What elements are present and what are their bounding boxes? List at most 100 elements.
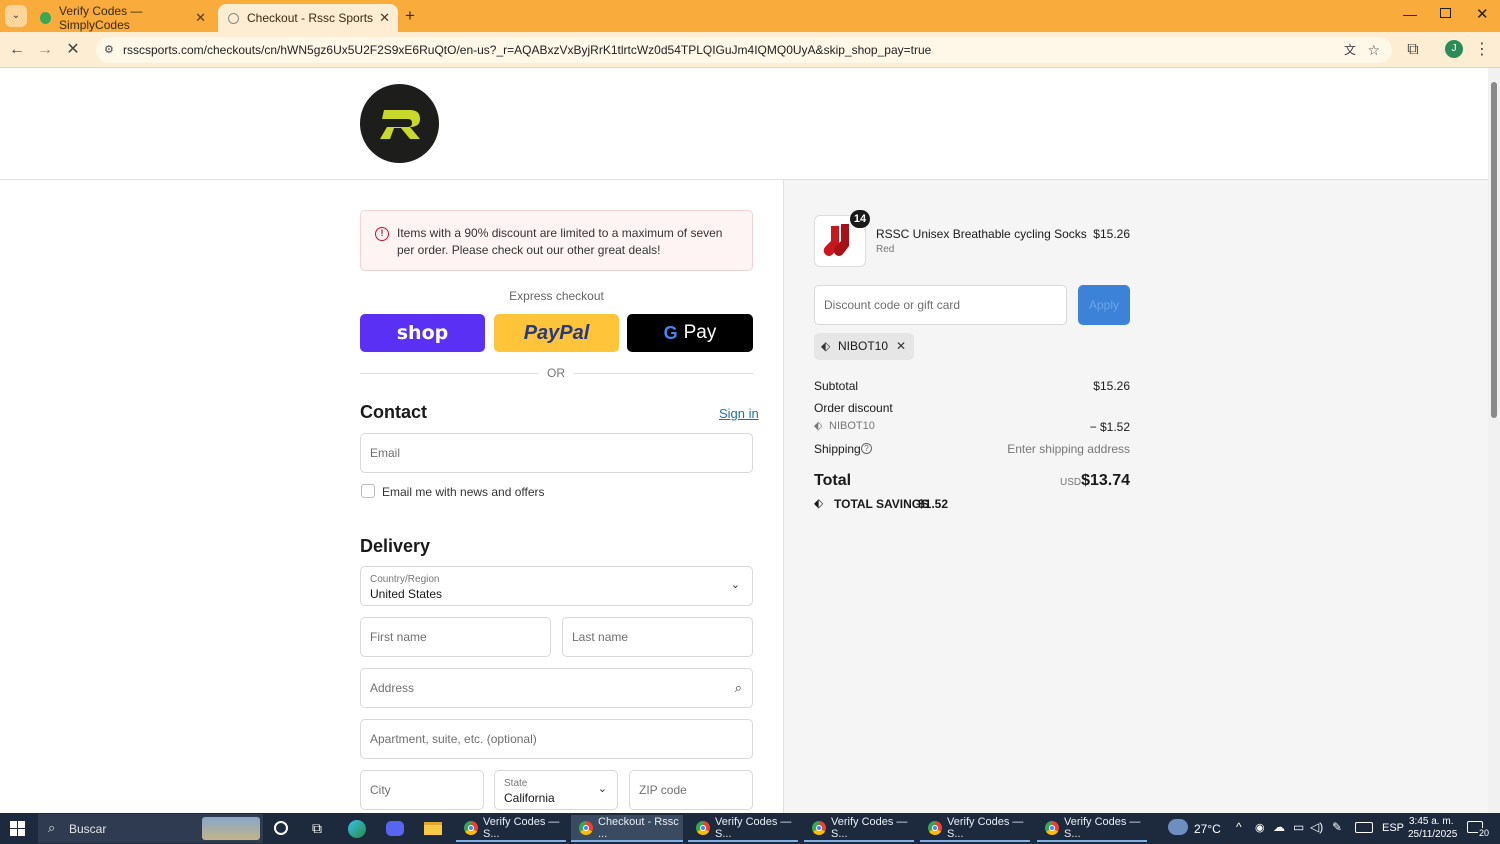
city-field[interactable]: City bbox=[360, 770, 484, 810]
taskbar-app-4[interactable]: Verify Codes — S... bbox=[804, 815, 914, 842]
chrome-icon bbox=[696, 820, 710, 835]
apply-button[interactable]: Apply bbox=[1078, 285, 1130, 325]
pen-icon[interactable]: ✎ bbox=[1332, 820, 1342, 834]
volume-icon[interactable]: ◁) bbox=[1310, 820, 1323, 834]
google-g-icon: G bbox=[663, 322, 678, 343]
task-view-icon[interactable]: ⧉ bbox=[312, 820, 322, 837]
clock-date[interactable]: 25/11/2025 bbox=[1408, 829, 1457, 840]
taskbar-app-label: Verify Codes — S... bbox=[715, 815, 792, 840]
onedrive-icon[interactable]: ☁ bbox=[1273, 820, 1285, 834]
taskbar-app-label: Verify Codes — S... bbox=[483, 815, 560, 840]
country-select[interactable]: Country/Region United States ⌄ bbox=[360, 566, 753, 606]
clock-time[interactable]: 3:45 a. m. bbox=[1409, 816, 1453, 827]
google-pay-button[interactable]: G Pay bbox=[627, 314, 753, 352]
taskbar-app-3[interactable]: Verify Codes — S... bbox=[688, 815, 798, 842]
store-logo[interactable] bbox=[360, 84, 439, 163]
meet-icon[interactable]: ◉ bbox=[1255, 821, 1265, 834]
profile-avatar[interactable]: J bbox=[1445, 40, 1463, 58]
subtotal-label: Subtotal bbox=[814, 379, 859, 393]
windows-start-icon[interactable] bbox=[10, 821, 25, 836]
help-icon[interactable]: ? bbox=[861, 443, 872, 454]
weather-icon[interactable] bbox=[1168, 819, 1188, 835]
taskbar-app-label: Verify Codes — S... bbox=[947, 815, 1024, 840]
tag-icon: ⬖ bbox=[814, 420, 823, 432]
site-settings-icon[interactable]: ⚙ bbox=[104, 37, 114, 63]
shipping-label: Shipping bbox=[814, 442, 861, 456]
weather-temp[interactable]: 27°C bbox=[1194, 822, 1221, 836]
savings-value: $1.52 bbox=[918, 497, 949, 511]
taskbar-app-1[interactable]: Verify Codes — S... bbox=[456, 815, 566, 842]
news-checkbox[interactable] bbox=[361, 484, 375, 498]
news-checkbox-label[interactable]: Email me with news and offers bbox=[382, 485, 545, 499]
chrome-icon bbox=[1045, 820, 1059, 835]
paypal-button[interactable]: PayPal bbox=[494, 314, 619, 352]
taskbar-app-2[interactable]: Checkout - Rssc ... bbox=[571, 815, 683, 842]
divider-right bbox=[574, 373, 753, 374]
bookmark-star-icon[interactable]: ☆ bbox=[1367, 37, 1380, 63]
new-tab-button[interactable]: + bbox=[405, 6, 415, 26]
restore-button[interactable] bbox=[1440, 8, 1451, 18]
applied-code-chip: ⬖ NIBOT10 ✕ bbox=[814, 333, 915, 360]
sign-in-link[interactable]: Sign in bbox=[719, 406, 759, 421]
cortana-icon[interactable] bbox=[274, 821, 288, 835]
email-placeholder: Email bbox=[370, 446, 401, 460]
shipping-value: Enter shipping address bbox=[1007, 442, 1130, 456]
close-icon[interactable]: ✕ bbox=[379, 10, 390, 26]
google-pay-label: Pay bbox=[683, 322, 717, 343]
tab-checkout[interactable]: Checkout - Rssc Sports ✕ bbox=[218, 4, 398, 32]
menu-icon[interactable]: ⋮ bbox=[1470, 38, 1494, 62]
last-name-placeholder: Last name bbox=[572, 630, 629, 644]
taskbar-search-box[interactable]: ⌕ Buscar bbox=[38, 814, 263, 843]
address-field[interactable]: Address ⌕ bbox=[360, 668, 753, 708]
total-value: $13.74 bbox=[1081, 472, 1130, 489]
taskbar-search-text: Buscar bbox=[69, 822, 107, 836]
file-explorer-icon[interactable] bbox=[424, 822, 442, 835]
state-select[interactable]: State California ⌄ bbox=[494, 770, 618, 810]
product-price: $15.26 bbox=[1093, 227, 1130, 241]
email-field[interactable]: Email bbox=[360, 433, 753, 473]
tab-verify-codes[interactable]: Verify Codes — SimplyCodes ✕ bbox=[30, 4, 214, 32]
browser-toolbar: ← → ✕ ⚙ rsscsports.com/checkouts/cn/hWN5… bbox=[0, 32, 1500, 68]
apartment-field[interactable]: Apartment, suite, etc. (optional) bbox=[360, 719, 753, 759]
forward-button[interactable]: → bbox=[33, 38, 57, 62]
first-name-field[interactable]: First name bbox=[360, 617, 551, 657]
edge-icon[interactable] bbox=[348, 820, 366, 838]
state-label: State bbox=[504, 778, 528, 789]
taskbar-app-6[interactable]: Verify Codes — S... bbox=[1037, 815, 1147, 842]
url-text: rsscsports.com/checkouts/cn/hWN5gz6Ux5U2… bbox=[123, 43, 932, 57]
checkout-page: ! Items with a 90% discount are limited … bbox=[0, 68, 1488, 813]
page-scrollbar[interactable] bbox=[1488, 68, 1500, 813]
address-bar[interactable]: ⚙ rsscsports.com/checkouts/cn/hWN5gz6Ux5… bbox=[96, 37, 1392, 63]
minimize-button[interactable]: — bbox=[1403, 6, 1417, 22]
quantity-badge: 14 bbox=[850, 210, 870, 228]
input-language[interactable]: ESP bbox=[1382, 822, 1404, 834]
first-name-placeholder: First name bbox=[370, 630, 427, 644]
alert-icon: ! bbox=[375, 227, 389, 241]
tab-title: Verify Codes — SimplyCodes bbox=[59, 4, 143, 32]
search-highlight-image-icon bbox=[202, 817, 260, 840]
tray-chevron-icon[interactable]: ^ bbox=[1236, 820, 1242, 834]
chrome-icon bbox=[812, 820, 826, 835]
extensions-icon[interactable]: ⧉ bbox=[1401, 38, 1425, 62]
tab-search-button[interactable]: ⌄ bbox=[5, 5, 27, 27]
savings-label: TOTAL SAVINGS bbox=[834, 497, 930, 511]
taskbar-app-5[interactable]: Verify Codes — S... bbox=[920, 815, 1030, 842]
discount-code-field[interactable]: Discount code or gift card bbox=[814, 285, 1067, 325]
close-icon[interactable]: ✕ bbox=[195, 10, 206, 26]
last-name-field[interactable]: Last name bbox=[562, 617, 753, 657]
stop-loading-button[interactable]: ✕ bbox=[61, 38, 85, 62]
translate-icon[interactable]: 文 bbox=[1339, 37, 1356, 63]
shop-pay-button[interactable]: shop bbox=[360, 314, 485, 352]
close-window-button[interactable]: ✕ bbox=[1476, 5, 1489, 23]
back-button[interactable]: ← bbox=[5, 38, 29, 62]
zip-placeholder: ZIP code bbox=[639, 783, 687, 797]
remove-code-icon[interactable]: ✕ bbox=[896, 333, 906, 360]
loading-favicon-icon bbox=[228, 12, 239, 24]
keyboard-icon[interactable] bbox=[1355, 822, 1373, 833]
network-icon[interactable]: ▭ bbox=[1293, 820, 1304, 834]
scrollbar-thumb[interactable] bbox=[1491, 82, 1497, 418]
discord-icon[interactable] bbox=[386, 821, 404, 836]
tag-icon: ⬖ bbox=[821, 339, 831, 353]
zip-field[interactable]: ZIP code bbox=[629, 770, 753, 810]
tab-strip: ⌄ Verify Codes — SimplyCodes ✕ Checkout … bbox=[0, 0, 1500, 32]
